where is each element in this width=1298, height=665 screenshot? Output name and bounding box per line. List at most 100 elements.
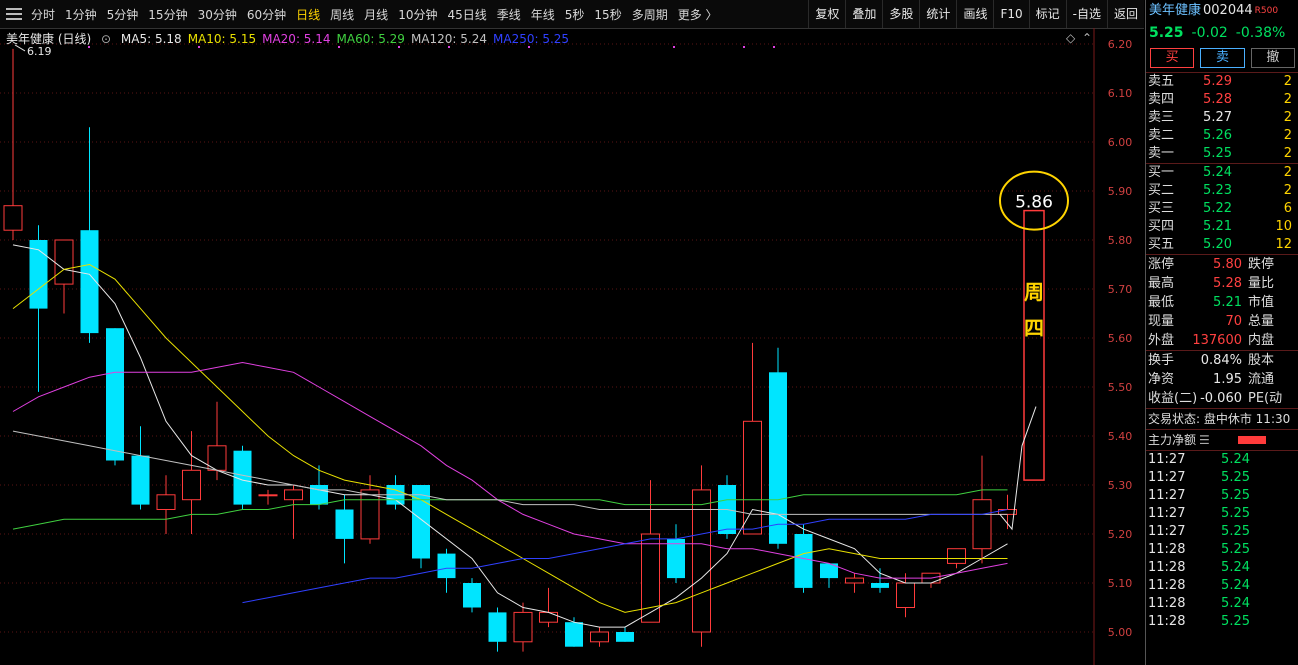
tick-row: 11:28 5.24 (1146, 577, 1298, 595)
period-tab[interactable]: 30分钟 (193, 6, 242, 23)
tick-price: 5.25 (1221, 524, 1250, 539)
price-tick-label: 5.20 (1108, 528, 1133, 541)
tool-button[interactable]: 统计 (919, 0, 956, 28)
period-tab[interactable]: 15分钟 (143, 6, 192, 23)
period-tab[interactable]: 15秒 (589, 6, 626, 23)
candle-body (106, 328, 124, 461)
period-tab[interactable]: 年线 (526, 6, 560, 23)
cancel-button[interactable]: 撤 (1250, 48, 1295, 68)
stat-row: 现量 70 总量 (1146, 312, 1298, 331)
tool-button[interactable]: -自选 (1065, 0, 1107, 28)
period-tab[interactable]: 1分钟 (60, 6, 102, 23)
tick-price: 5.24 (1221, 560, 1250, 575)
tick-row: 11:27 5.25 (1146, 487, 1298, 505)
candle-body (3, 205, 23, 231)
order-level-price: 5.20 (1203, 237, 1232, 252)
tick-list[interactable]: 11:27 5.24 11:27 5.25 11:27 5.25 11:27 5.25 11:2… (1146, 450, 1298, 631)
order-level-price: 5.27 (1203, 110, 1232, 125)
order-level-label: 卖二 (1148, 128, 1175, 143)
order-level: 买四 5.21 10 (1146, 218, 1298, 236)
order-level-qty: 2 (1283, 183, 1292, 198)
period-tab[interactable]: 60分钟 (242, 6, 291, 23)
candle-body (54, 239, 74, 285)
stat-value: 5.21 (1213, 295, 1242, 310)
price-tick-label: 6.20 (1108, 38, 1133, 51)
period-tab[interactable]: 45日线 (442, 6, 491, 23)
candle-body (539, 611, 558, 623)
tool-button[interactable]: 复权 (808, 0, 845, 28)
legend-dropdown-icon[interactable]: ⊙ (101, 32, 111, 46)
order-level: 买五 5.20 12 (1146, 236, 1298, 254)
main-flow-label: 主力净额 (1148, 433, 1197, 447)
period-tab[interactable]: 5秒 (560, 6, 590, 23)
tick-price: 5.25 (1221, 542, 1250, 557)
tick-time: 11:27 (1148, 524, 1186, 539)
tool-button[interactable]: F10 (993, 0, 1028, 28)
order-level: 卖一 5.25 2 (1146, 145, 1298, 163)
candle-body (743, 420, 762, 535)
price-change: -0.02 (1191, 25, 1228, 41)
tick-time: 11:28 (1148, 560, 1186, 575)
kline-svg[interactable]: 6.20 6.10 6.00 5.90 5.80 5.70 5.60 5.50 5.40 5.30… (0, 28, 1144, 665)
period-tab[interactable]: 10分钟 (393, 6, 442, 23)
stat-value: 0.84% (1200, 353, 1242, 368)
ma-legend-item: MA20: 5.14 (262, 32, 331, 46)
sell-button[interactable]: 卖 (1200, 48, 1245, 68)
order-level-qty: 2 (1283, 146, 1292, 161)
ma-line (12, 244, 1008, 628)
tool-button[interactable]: 画线 (956, 0, 993, 28)
period-tab[interactable]: 月线 (359, 6, 393, 23)
price-tick-label: 6.00 (1108, 136, 1133, 149)
stat-label-2: PE(动 (1248, 391, 1283, 406)
order-level-label: 卖一 (1148, 146, 1175, 161)
tick-time: 11:28 (1148, 596, 1186, 611)
period-tab[interactable]: 周线 (325, 6, 359, 23)
tool-button[interactable]: 叠加 (845, 0, 882, 28)
candle-body (692, 489, 711, 633)
period-tab[interactable]: 5分钟 (102, 6, 144, 23)
tool-button[interactable]: 多股 (882, 0, 919, 28)
candle-body (284, 489, 303, 501)
stat-row: 外盘 137600 内盘 (1146, 331, 1298, 350)
ma-legend-item: MA60: 5.29 (336, 32, 405, 46)
order-level-price: 5.28 (1203, 92, 1232, 107)
stock-code: 002044 (1203, 3, 1253, 18)
order-level-qty: 2 (1283, 165, 1292, 180)
ma-line (12, 263, 1008, 613)
tool-button[interactable]: 标记 (1028, 0, 1066, 28)
candle-body (513, 611, 533, 643)
order-level-qty: 10 (1275, 219, 1292, 234)
order-level-label: 买三 (1148, 201, 1175, 216)
period-tab[interactable]: 多周期 (627, 6, 673, 23)
period-tab[interactable]: 日线 (291, 6, 325, 23)
ma-legend-item: MA120: 5.24 (410, 32, 487, 46)
order-level: 买二 5.23 2 (1146, 182, 1298, 200)
menu-icon[interactable] (6, 8, 22, 20)
tick-row: 11:27 5.25 (1146, 505, 1298, 523)
order-level: 卖四 5.28 2 (1146, 91, 1298, 109)
order-level-label: 卖五 (1148, 74, 1175, 89)
period-tab[interactable]: 季线 (492, 6, 526, 23)
stat-row: 最低 5.21 市值 (1146, 293, 1298, 312)
tool-button[interactable]: 返回 (1106, 0, 1144, 28)
order-level: 卖五 5.29 2 (1146, 73, 1298, 91)
kline-chart[interactable]: 6.20 6.10 6.00 5.90 5.80 5.70 5.60 5.50 5.40 5.30… (0, 28, 1144, 665)
tick-price: 5.25 (1221, 470, 1250, 485)
stat-label: 最低 (1148, 295, 1175, 310)
period-tab[interactable]: 分时 (26, 6, 60, 23)
order-level-label: 买二 (1148, 183, 1175, 198)
order-level-label: 买四 (1148, 219, 1175, 234)
main-flow[interactable]: 主力净额 ☰ (1146, 429, 1298, 450)
stat-label-2: 流通 (1248, 372, 1275, 387)
list-icon[interactable]: ☰ (1199, 430, 1210, 450)
r500-badge: R500 (1254, 6, 1279, 16)
buy-button[interactable]: 买 (1150, 48, 1195, 68)
stat-row: 最高 5.28 量比 (1146, 274, 1298, 293)
tick-row: 11:28 5.24 (1146, 559, 1298, 577)
order-level-price: 5.24 (1203, 165, 1232, 180)
stat-value: 5.28 (1213, 276, 1242, 291)
period-tab[interactable]: 更多 〉 (673, 6, 723, 23)
tick-price: 5.25 (1221, 614, 1250, 629)
order-level-price: 5.29 (1203, 74, 1232, 89)
marker-dot (673, 46, 675, 48)
